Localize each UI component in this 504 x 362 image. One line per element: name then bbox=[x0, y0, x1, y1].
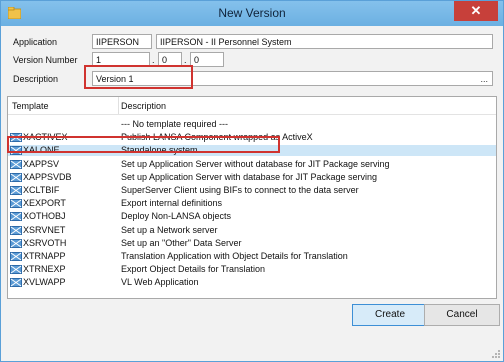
template-name: XSRVNET bbox=[23, 224, 66, 235]
template-description: Translation Application with Object Deta… bbox=[121, 251, 348, 261]
template-name: XCLTBIF bbox=[23, 185, 60, 195]
column-divider[interactable] bbox=[118, 97, 119, 114]
selected-row-highlight bbox=[7, 136, 280, 153]
title-bar[interactable]: New Version ✕ bbox=[1, 1, 503, 26]
column-header-description[interactable]: Description bbox=[121, 101, 166, 111]
template-name: XOTHOBJ bbox=[23, 211, 66, 222]
template-icon bbox=[10, 186, 22, 195]
new-version-dialog: New Version ✕ Application IIPERSON IIPER… bbox=[0, 0, 504, 362]
list-item[interactable]: XVLWAPP VL Web Application bbox=[8, 277, 496, 288]
template-name: XAPPSV bbox=[23, 158, 60, 169]
template-icon bbox=[10, 172, 22, 182]
template-description: Export internal definitions bbox=[121, 198, 223, 209]
template-list[interactable]: Template Description --- No template req… bbox=[7, 96, 497, 299]
template-description: VL Web Application bbox=[121, 277, 199, 288]
template-name: XTRNEXP bbox=[23, 264, 66, 275]
application-code-field[interactable]: IIPERSON bbox=[92, 34, 152, 49]
version-dot-2: . bbox=[184, 55, 187, 65]
version-dot-1: . bbox=[152, 55, 155, 65]
create-button[interactable]: Create bbox=[352, 304, 428, 326]
template-icon bbox=[10, 252, 22, 261]
template-icon bbox=[10, 159, 22, 169]
window-title: New Version bbox=[218, 6, 286, 20]
template-description: Set up an "Other" Data Server bbox=[121, 237, 242, 248]
list-item[interactable]: XTRNEXP Export Object Details for Transla… bbox=[8, 264, 496, 275]
template-name: XAPPSVDB bbox=[23, 171, 72, 182]
resize-grip-icon[interactable] bbox=[491, 349, 501, 359]
list-item[interactable]: XCLTBIF SuperServer Client using BIFs to … bbox=[8, 185, 496, 196]
list-item[interactable]: XEXPORT Export internal definitions bbox=[8, 198, 496, 209]
list-item[interactable]: XTRNAPP Translation Application with Obje… bbox=[8, 251, 496, 262]
list-item[interactable]: --- No template required --- bbox=[8, 119, 496, 130]
template-description: Deploy Non-LANSA objects bbox=[121, 211, 232, 222]
list-item[interactable]: XOTHOBJ Deploy Non-LANSA objects bbox=[8, 211, 496, 222]
template-icon bbox=[10, 278, 22, 288]
list-item[interactable]: XSRVNET Set up a Network server bbox=[8, 225, 496, 236]
template-name: XSRVOTH bbox=[23, 237, 67, 248]
list-item[interactable]: XAPPSVDB Set up Application Server with d… bbox=[8, 172, 496, 183]
template-icon bbox=[10, 212, 22, 222]
application-label: Application bbox=[13, 37, 58, 47]
template-icon bbox=[10, 238, 22, 248]
list-item[interactable]: XSRVOTH Set up an "Other" Data Server bbox=[8, 238, 496, 249]
template-description: Export Object Details for Translation bbox=[121, 264, 266, 275]
template-description: SuperServer Client using BIFs to connect… bbox=[121, 185, 359, 195]
template-name: XTRNAPP bbox=[23, 251, 66, 261]
list-item[interactable]: XAPPSV Set up Application Server without … bbox=[8, 159, 496, 170]
description-label: Description bbox=[13, 74, 59, 84]
template-description: Set up Application Server without databa… bbox=[121, 158, 390, 169]
list-header: Template Description bbox=[8, 97, 496, 115]
description-highlight bbox=[84, 65, 193, 89]
template-name: XVLWAPP bbox=[23, 277, 66, 288]
template-icon bbox=[10, 225, 22, 235]
template-description: --- No template required --- bbox=[121, 119, 229, 129]
template-description: Set up a Network server bbox=[121, 224, 218, 235]
template-name: XEXPORT bbox=[23, 198, 66, 209]
cancel-button[interactable]: Cancel bbox=[424, 304, 500, 326]
template-icon bbox=[10, 199, 22, 209]
application-name-field: IIPERSON - II Personnel System bbox=[156, 34, 493, 49]
template-description: Set up Application Server with database … bbox=[121, 171, 377, 182]
column-header-template[interactable]: Template bbox=[12, 101, 49, 111]
version-number-label: Version Number bbox=[13, 55, 78, 65]
close-button[interactable]: ✕ bbox=[454, 1, 498, 21]
version-patch-field[interactable]: 0 bbox=[190, 52, 224, 67]
template-icon bbox=[10, 265, 22, 275]
description-more-button[interactable]: ... bbox=[480, 72, 488, 85]
